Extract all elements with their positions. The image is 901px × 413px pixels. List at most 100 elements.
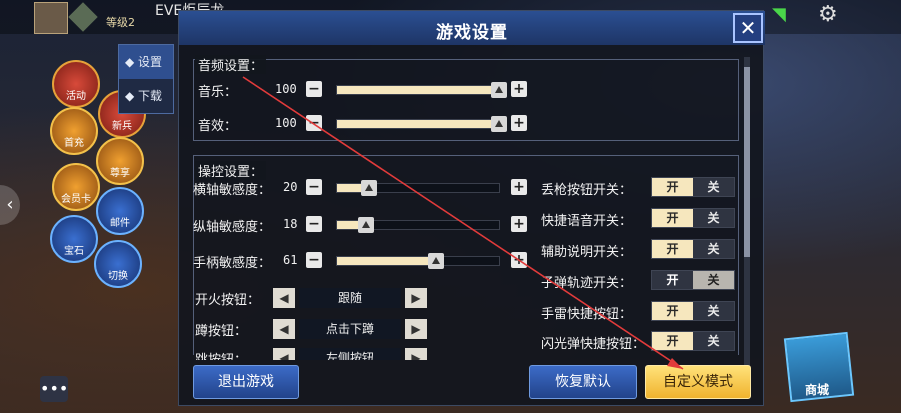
fire-button-value: 跟随: [299, 288, 401, 308]
recruit-label: 新兵: [112, 121, 132, 132]
avatar[interactable]: [34, 2, 68, 34]
fire-button-next-button[interactable]: ▶: [405, 288, 427, 308]
bullet-trail-toggle-label: 子弹轨迹开关：: [541, 276, 633, 291]
quick-voice-toggle[interactable]: 开关: [651, 208, 735, 228]
vertical-sensitivity-label: 纵轴敏感度：: [193, 220, 272, 235]
crouch-button-selector: ◀ 点击下蹲 ▶: [273, 319, 427, 339]
drop-gun-toggle-label: 丢枪按钮开关：: [541, 183, 633, 198]
vertical-sensitivity-minus-button[interactable]: −: [306, 216, 322, 232]
sfx-slider[interactable]: [336, 116, 507, 132]
jump-button-next-button[interactable]: ▶: [405, 348, 427, 360]
toggle-on-label: 开: [652, 332, 693, 350]
toggle-off-label: 关: [693, 240, 734, 258]
premium-label: 尊享: [110, 168, 130, 179]
fire-button-label: 开火按钮：: [195, 293, 261, 308]
toggle-on-label: 开: [652, 271, 693, 289]
crouch-button-next-button[interactable]: ▶: [405, 319, 427, 339]
quick-voice-toggle-label: 快捷语音开关：: [541, 214, 633, 229]
chat-icon[interactable]: •••: [40, 376, 68, 402]
fire-button-selector: ◀ 跟随 ▶: [273, 288, 427, 308]
horizontal-sensitivity-value: 20: [283, 180, 298, 194]
settings-scrollbar[interactable]: [744, 57, 750, 367]
toggle-on-label: 开: [652, 240, 693, 258]
drop-gun-toggle[interactable]: 开关: [651, 177, 735, 197]
horizontal-sensitivity-thumb[interactable]: [361, 180, 378, 196]
sfx-slider-thumb[interactable]: [491, 116, 507, 132]
toggle-on-label: 开: [652, 178, 693, 196]
level-text: 等级2: [106, 16, 135, 29]
sfx-minus-button[interactable]: −: [306, 115, 322, 131]
activity-button[interactable]: 活动: [52, 60, 100, 108]
horizontal-sensitivity-plus-button[interactable]: +: [511, 179, 527, 195]
restore-default-button[interactable]: 恢复默认: [529, 365, 637, 399]
toggle-off-label: 关: [693, 271, 734, 289]
toggle-off-label: 关: [693, 302, 734, 320]
scrollbar-thumb[interactable]: [744, 67, 750, 257]
dialog-header: 游戏设置 ✕: [179, 11, 765, 45]
gamepad-sensitivity-value: 61: [283, 253, 298, 267]
gamepad-sensitivity-slider[interactable]: [336, 253, 500, 269]
music-label: 音乐：: [198, 85, 238, 100]
fire-button-prev-button[interactable]: ◀: [273, 288, 295, 308]
toggle-on-label: 开: [652, 302, 693, 320]
gem-button[interactable]: 宝石: [50, 215, 98, 263]
music-slider-thumb[interactable]: [491, 82, 507, 98]
horizontal-sensitivity-slider[interactable]: [336, 180, 500, 196]
toggle-off-label: 关: [693, 178, 734, 196]
sfx-label: 音效：: [198, 119, 238, 134]
side-tabs: ◆ 设置 ◆ 下载: [118, 44, 174, 114]
gamepad-sensitivity-thumb[interactable]: [427, 253, 444, 269]
first-charge-label: 首充: [64, 138, 84, 149]
switch-button[interactable]: 切换: [94, 240, 142, 288]
rank-emblem-icon: [68, 2, 98, 32]
vertical-sensitivity-thumb[interactable]: [358, 217, 375, 233]
vertical-sensitivity-slider[interactable]: [336, 217, 500, 233]
wifi-icon: ◥: [772, 4, 786, 25]
tab-settings-label: 设置: [138, 55, 163, 69]
grenade-shortcut-toggle[interactable]: 开关: [651, 301, 735, 321]
grenade-shortcut-toggle-label: 手雷快捷按钮：: [541, 307, 633, 322]
toggle-off-label: 关: [693, 332, 734, 350]
sfx-value: 100: [275, 116, 297, 130]
flashbang-shortcut-toggle[interactable]: 开关: [651, 331, 735, 351]
gamepad-sensitivity-label: 手柄敏感度：: [193, 256, 272, 271]
first-charge-button[interactable]: 首充: [50, 107, 98, 155]
vertical-sensitivity-plus-button[interactable]: +: [511, 216, 527, 232]
crouch-button-label: 蹲按钮：: [195, 324, 248, 339]
tab-download[interactable]: ◆ 下载: [119, 79, 173, 113]
tab-download-label: 下载: [138, 89, 163, 103]
assist-hint-toggle[interactable]: 开关: [651, 239, 735, 259]
audio-title: 音频设置：: [195, 55, 267, 74]
jump-button-value: 左侧按钮: [299, 348, 401, 360]
exit-game-button[interactable]: 退出游戏: [193, 365, 299, 399]
assist-hint-toggle-label: 辅助说明开关：: [541, 245, 633, 260]
gamepad-sensitivity-minus-button[interactable]: −: [306, 252, 322, 268]
settings-dialog: 游戏设置 ✕ 音频设置： 音乐： 100 − + 音效： 100 − + 操控设…: [178, 10, 765, 406]
close-button[interactable]: ✕: [733, 13, 763, 43]
mail-button[interactable]: 邮件: [96, 187, 144, 235]
gamepad-sensitivity-plus-button[interactable]: +: [511, 252, 527, 268]
crouch-button-prev-button[interactable]: ◀: [273, 319, 295, 339]
bullet-trail-toggle[interactable]: 开关: [651, 270, 735, 290]
custom-mode-button[interactable]: 自定义模式: [645, 365, 751, 399]
gear-icon[interactable]: ⚙: [818, 2, 838, 27]
switch-label: 切换: [108, 271, 128, 282]
membership-card-button[interactable]: 会员卡: [52, 163, 100, 211]
back-arrow-icon[interactable]: ‹: [0, 185, 20, 225]
crouch-button-value: 点击下蹲: [299, 319, 401, 339]
music-plus-button[interactable]: +: [511, 81, 527, 97]
membership-card-label: 会员卡: [61, 194, 91, 205]
music-minus-button[interactable]: −: [306, 81, 322, 97]
premium-button[interactable]: 尊享: [96, 137, 144, 185]
sfx-plus-button[interactable]: +: [511, 115, 527, 131]
gem-label: 宝石: [64, 246, 84, 257]
sfx-slider-fill: [337, 120, 499, 128]
music-slider[interactable]: [336, 82, 507, 98]
close-icon: ✕: [739, 16, 757, 40]
gamepad-sensitivity-fill: [337, 257, 436, 265]
shop-label: 商城: [805, 383, 830, 397]
horizontal-sensitivity-minus-button[interactable]: −: [306, 179, 322, 195]
tab-settings[interactable]: ◆ 设置: [119, 45, 173, 79]
horizontal-sensitivity-label: 横轴敏感度：: [193, 183, 272, 198]
music-slider-fill: [337, 86, 499, 94]
